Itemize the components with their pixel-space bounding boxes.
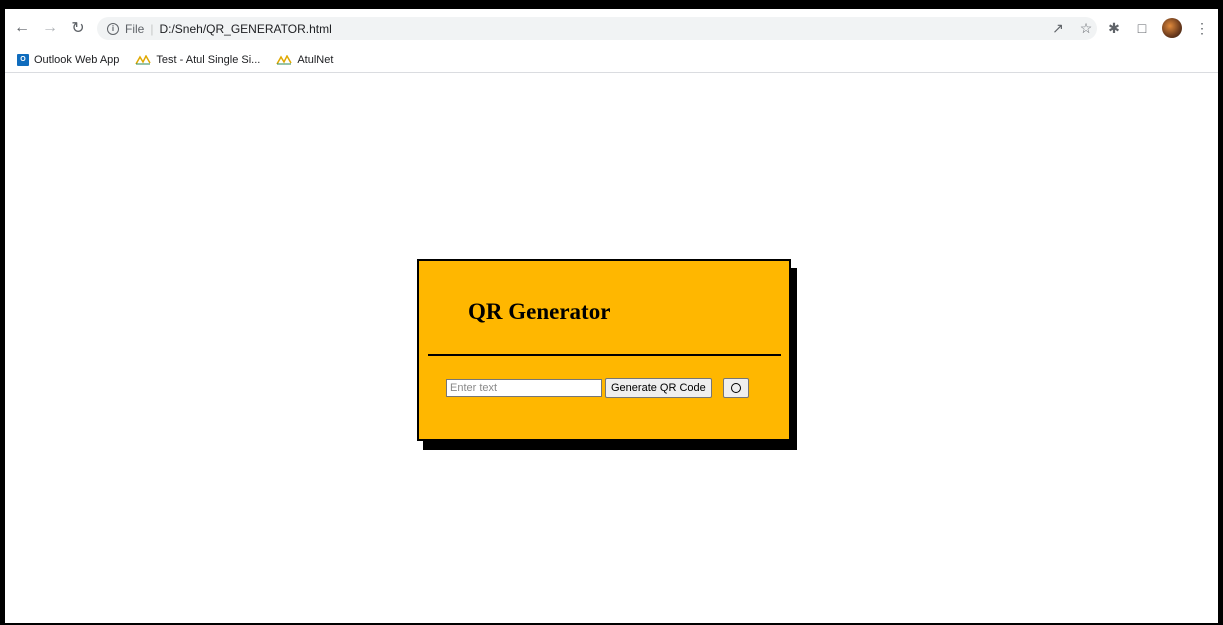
info-icon[interactable]: i: [107, 22, 119, 35]
bookmark-label: Outlook Web App: [34, 53, 120, 66]
page-content: QR Generator Generate QR Code: [5, 74, 1218, 623]
bookmark-test-atul[interactable]: Test - Atul Single Si...: [135, 54, 260, 66]
atul-icon: [135, 53, 152, 65]
bookmarks-bar: O Outlook Web App Test - Atul Single Si.…: [5, 47, 1218, 73]
generate-qr-button[interactable]: Generate QR Code: [605, 378, 712, 398]
star-icon[interactable]: ☆: [1078, 20, 1094, 37]
circle-icon: [731, 383, 741, 393]
menu-icon[interactable]: ⋮: [1194, 20, 1210, 37]
outlook-icon: O: [17, 53, 29, 66]
toolbar-actions: ↗ ☆ ✱ □ ⋮: [1050, 17, 1210, 39]
divider: [428, 354, 781, 356]
bookmark-label: Test - Atul Single Si...: [156, 53, 261, 66]
browser-toolbar: ← → ↻ i File | D:/Sneh/QR_GENERATOR.html…: [5, 9, 1218, 47]
share-icon[interactable]: ↗: [1050, 20, 1066, 37]
circle-button[interactable]: [723, 378, 749, 398]
profile-avatar[interactable]: [1162, 18, 1182, 38]
back-icon[interactable]: ←: [11, 17, 33, 39]
browser-window: ← → ↻ i File | D:/Sneh/QR_GENERATOR.html…: [5, 9, 1218, 623]
side-panel-icon[interactable]: □: [1134, 20, 1150, 36]
bookmark-outlook[interactable]: O Outlook Web App: [17, 53, 120, 66]
extensions-icon[interactable]: ✱: [1106, 20, 1122, 37]
forward-icon[interactable]: →: [39, 17, 61, 39]
qr-text-input[interactable]: [446, 379, 602, 397]
bookmark-atulnet[interactable]: AtulNet: [276, 54, 333, 66]
reload-icon[interactable]: ↻: [67, 17, 89, 39]
bookmark-label: AtulNet: [297, 53, 334, 66]
card-title: QR Generator: [468, 299, 611, 324]
atul-icon: [276, 53, 292, 65]
address-separator: |: [150, 21, 154, 36]
scheme-label: File: [125, 21, 145, 36]
url-text: D:/Sneh/QR_GENERATOR.html: [159, 21, 332, 36]
address-bar[interactable]: i File | D:/Sneh/QR_GENERATOR.html: [97, 17, 1097, 40]
qr-generator-card: QR Generator Generate QR Code: [417, 259, 791, 441]
